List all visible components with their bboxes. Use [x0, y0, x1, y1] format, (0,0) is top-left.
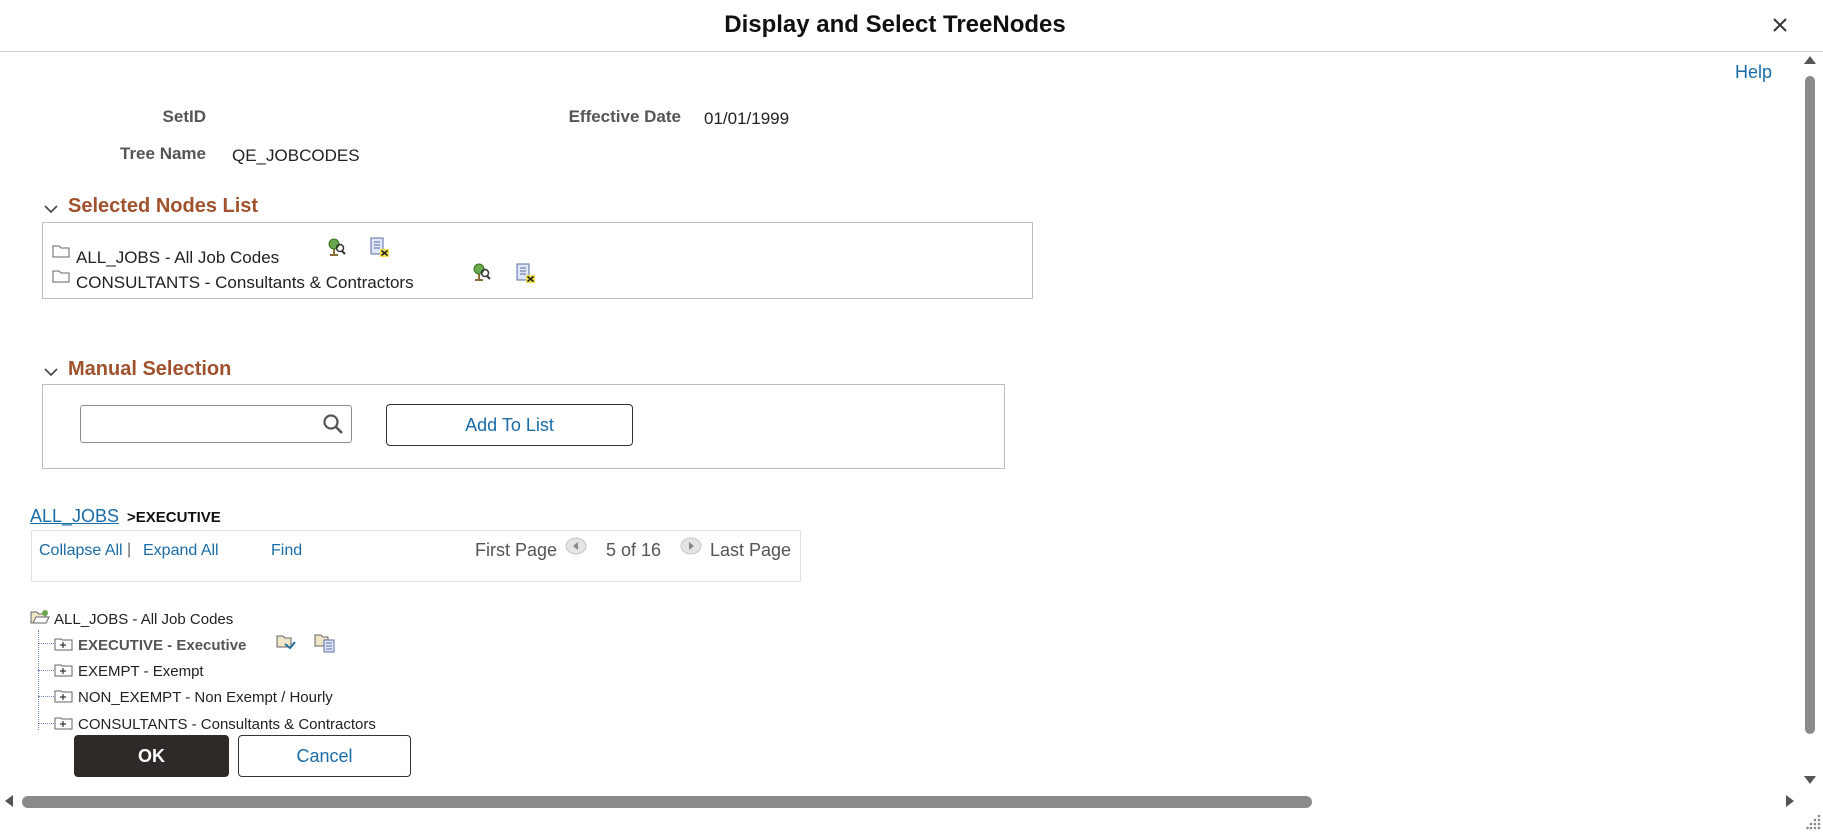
next-page-icon[interactable]: [680, 537, 702, 555]
add-to-list-button[interactable]: Add To List: [386, 404, 633, 446]
tree-node-label[interactable]: NON_EXEMPT - Non Exempt / Hourly: [78, 689, 333, 706]
view-node-icon[interactable]: [325, 236, 347, 258]
manual-selection-heading[interactable]: Manual Selection: [68, 358, 231, 381]
tree-connector: [38, 670, 54, 671]
view-node-icon[interactable]: [470, 261, 492, 283]
tree-root-node[interactable]: ALL_JOBS - All Job Codes: [54, 611, 233, 628]
remove-node-icon[interactable]: [368, 236, 390, 258]
vertical-scroll-thumb[interactable]: [1805, 76, 1815, 734]
expand-folder-icon[interactable]: [54, 717, 73, 730]
scroll-down-arrow-icon[interactable]: [1804, 776, 1816, 784]
select-node-icon[interactable]: [275, 631, 297, 653]
expand-folder-icon[interactable]: [54, 664, 73, 677]
horizontal-scroll-thumb[interactable]: [22, 796, 1312, 808]
search-icon[interactable]: [322, 413, 344, 435]
node-search-input[interactable]: [80, 405, 352, 443]
scroll-up-arrow-icon[interactable]: [1804, 56, 1816, 64]
expand-folder-icon[interactable]: [54, 638, 73, 651]
collapse-all-link[interactable]: Collapse All: [39, 542, 123, 560]
help-link[interactable]: Help: [1735, 62, 1772, 83]
tree-connector: [38, 696, 54, 697]
scroll-right-arrow-icon[interactable]: [1786, 795, 1794, 807]
tree-name-label: Tree Name: [120, 144, 206, 163]
tree-connector: [38, 723, 54, 724]
selected-nodes-heading[interactable]: Selected Nodes List: [68, 195, 258, 218]
scroll-left-arrow-icon[interactable]: [5, 795, 13, 807]
breadcrumb-current: >EXECUTIVE: [127, 509, 221, 526]
tree-node-label[interactable]: EXECUTIVE - Executive: [78, 637, 246, 654]
selected-node-label: ALL_JOBS - All Job Codes: [76, 248, 280, 267]
effective-date-value: 01/01/1999: [704, 109, 790, 128]
last-page-link[interactable]: Last Page: [710, 540, 791, 561]
dialog-title: Display and Select TreeNodes: [724, 11, 1066, 38]
remove-node-icon[interactable]: [514, 262, 536, 284]
tree-name-value: QE_JOBCODES: [232, 146, 360, 165]
effective-date-label: Effective Date: [568, 107, 681, 126]
first-page-link[interactable]: First Page: [475, 540, 557, 561]
expand-folder-icon[interactable]: [54, 690, 73, 703]
select-node-to-list-icon[interactable]: [314, 631, 336, 653]
previous-page-icon[interactable]: [565, 537, 587, 555]
tree-node-label[interactable]: EXEMPT - Exempt: [78, 663, 204, 680]
selected-node-label: CONSULTANTS - Consultants & Contractors: [76, 273, 414, 292]
tree-node-label[interactable]: CONSULTANTS - Consultants & Contractors: [78, 716, 376, 733]
setid-label: SetID: [162, 107, 206, 126]
page-status: 5 of 16: [606, 540, 662, 560]
breadcrumb-root-link[interactable]: ALL_JOBS: [30, 506, 119, 527]
folder-icon: [52, 244, 70, 258]
close-icon[interactable]: [1767, 12, 1793, 38]
tree-connector: [38, 630, 39, 730]
nav-separator: |: [127, 541, 132, 558]
tree-connector: [38, 643, 54, 644]
folder-icon: [52, 269, 70, 283]
ok-button[interactable]: OK: [74, 735, 229, 777]
cancel-button[interactable]: Cancel: [238, 735, 411, 777]
collapse-chevron-icon[interactable]: [44, 364, 58, 377]
collapse-chevron-icon[interactable]: [44, 201, 58, 214]
open-folder-icon: [30, 609, 50, 625]
find-link[interactable]: Find: [271, 542, 302, 560]
expand-all-link[interactable]: Expand All: [143, 542, 219, 560]
resize-grip-icon[interactable]: [1806, 812, 1822, 830]
